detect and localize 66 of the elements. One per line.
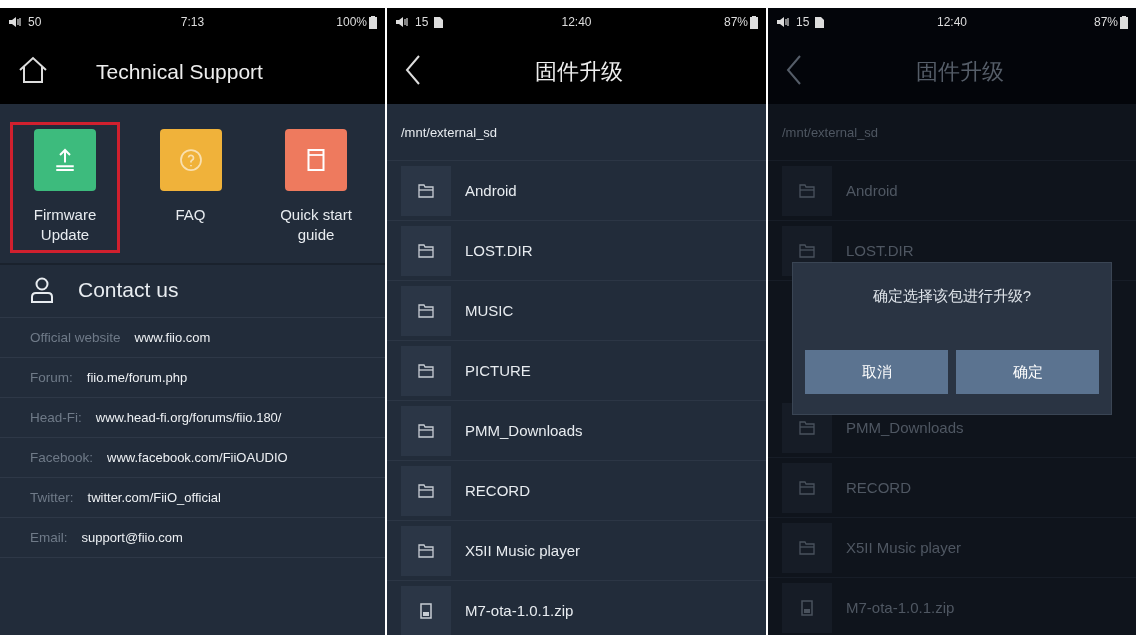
file-list-item[interactable]: MUSIC [387,281,766,341]
folder-icon [799,539,815,556]
battery-icon [1120,15,1128,29]
person-icon [30,277,54,303]
folder-icon [799,479,815,496]
home-icon[interactable] [18,56,48,84]
volume-level: 15 [796,15,810,29]
folder-icon [418,302,434,319]
contact-link[interactable]: www.facebook.com/FiiOAUDIO [107,450,288,465]
contact-label: Forum: [30,370,73,385]
menu-tile[interactable]: FAQ [135,122,246,253]
clock: 12:40 [937,15,967,29]
file-list-item[interactable]: LOST.DIR [387,221,766,281]
contact-link[interactable]: www.head-fi.org/forums/fiio.180/ [95,410,282,425]
folder-icon [418,242,434,259]
folder-icon [799,182,815,199]
screen-title: 固件升级 [534,58,624,86]
folder-icon [799,419,815,436]
screen-title: 固件升级 [915,58,1005,86]
battery-icon [369,15,377,29]
tile-label: FAQ [174,205,207,225]
file-icon [418,602,434,619]
tile-label: Quick start guide [279,205,353,244]
contact-label: Head-Fi: [30,410,82,425]
folder-path: /mnt/external_sd [401,124,498,140]
contact-link[interactable]: twitter.com/FiiO_official [87,490,221,505]
battery-percent: 87% [1093,15,1118,29]
speaker-icon [776,16,790,28]
contact-label: Email: [30,530,68,545]
battery-percent: 87% [723,15,748,29]
section-title: Contact us [78,278,179,302]
file-list-item[interactable]: Android [387,161,766,221]
dialog-button[interactable]: 取消 [805,350,948,394]
folder-icon [418,422,434,439]
file-list-item[interactable]: RECORD [387,461,766,521]
volume-level: 50 [28,15,42,29]
file-list-item[interactable]: PICTURE [387,341,766,401]
dialog-message: 确定选择该包进行升级? [872,287,1032,306]
battery-percent: 100% [336,15,367,29]
screen-title: Technical Support [95,59,264,85]
folder-icon [418,482,434,499]
contact-link[interactable]: support@fiio.com [81,530,183,545]
menu-tile[interactable]: Quick start guide [261,122,371,253]
battery-icon [750,15,758,29]
volume-level: 15 [415,15,429,29]
contact-link[interactable]: fiio.me/forum.php [86,370,188,385]
file-list-item[interactable]: M7-ota-1.0.1.zip [387,581,766,635]
folder-icon [418,362,434,379]
folder-icon [799,242,815,259]
folder-icon [418,542,434,559]
clock: 7:13 [180,15,205,29]
dialog-button[interactable]: 确定 [956,350,1099,394]
file-list-item[interactable]: PMM_Downloads [387,401,766,461]
file-icon [799,599,815,616]
contact-label: Twitter: [30,490,74,505]
file-list-item[interactable]: X5II Music player [387,521,766,581]
speaker-icon [395,16,409,28]
menu-tile[interactable]: Firmware Update [10,122,120,253]
folder-icon [418,182,434,199]
contact-link[interactable]: www.fiio.com [134,330,211,345]
clock: 12:40 [561,15,592,29]
contact-label: Official website [30,330,121,345]
contact-label: Facebook: [30,450,94,465]
folder-path: /mnt/external_sd [782,124,879,140]
tile-label: Firmware Update [32,205,98,244]
speaker-icon [8,16,22,28]
